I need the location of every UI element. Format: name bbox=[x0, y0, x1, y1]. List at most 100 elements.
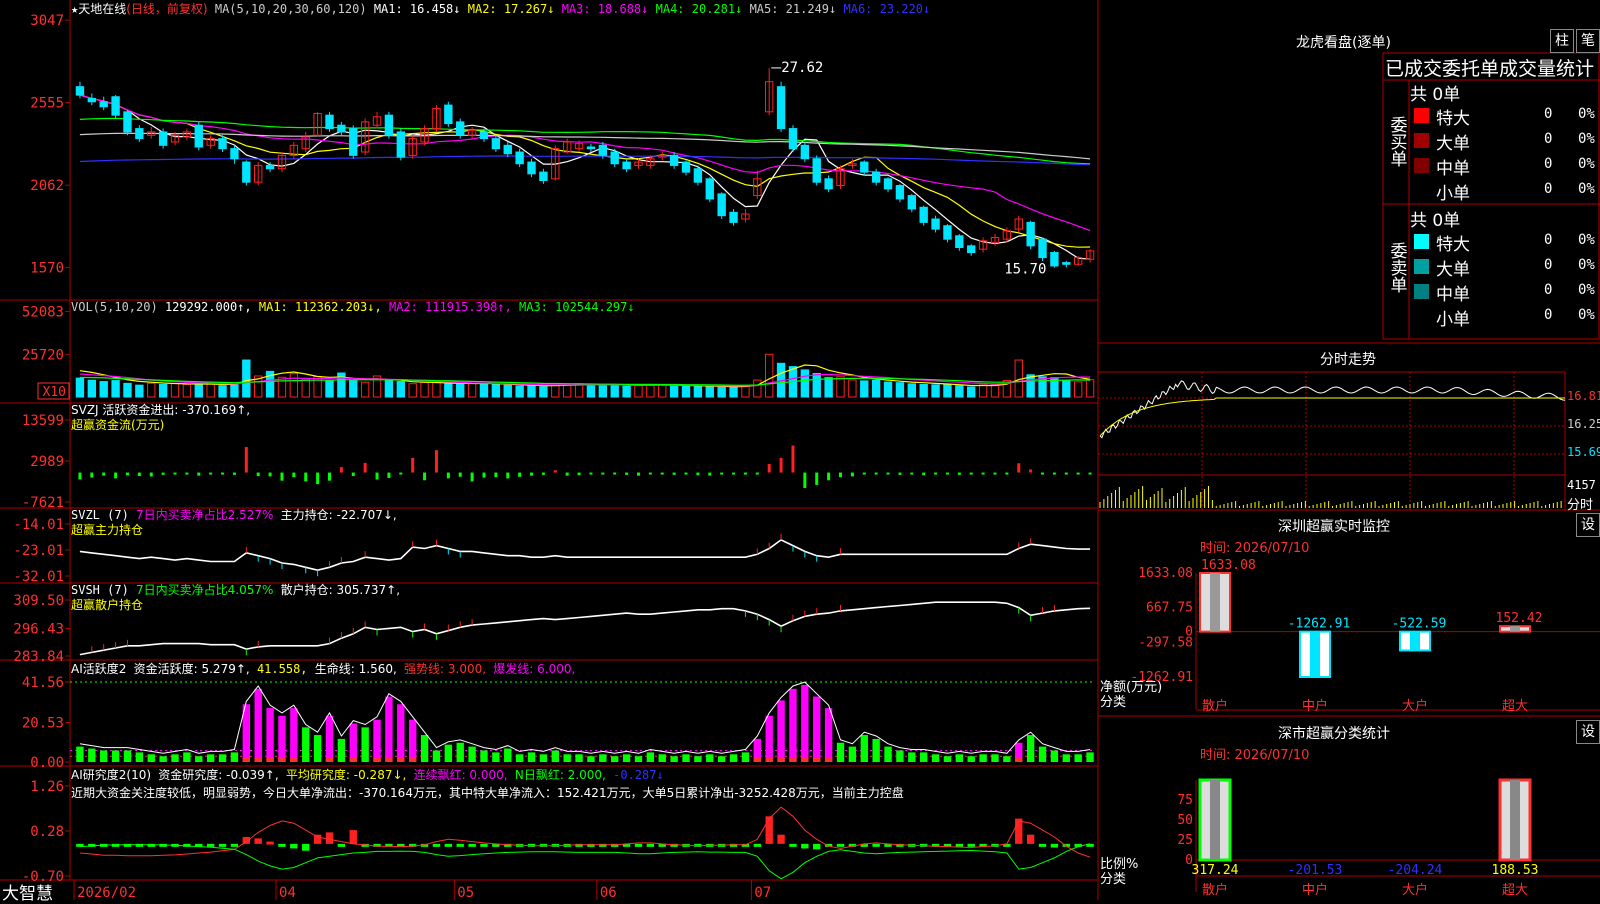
sell-total: 共 0单 bbox=[1410, 211, 1461, 231]
ai1-bar-base bbox=[278, 757, 286, 762]
candle-body bbox=[622, 161, 631, 170]
sz-class-cat-2: 大户 bbox=[1402, 882, 1428, 898]
sell-swatch bbox=[1414, 234, 1429, 249]
candle-body bbox=[967, 245, 976, 254]
ai1-bar bbox=[409, 719, 417, 762]
sz-class-settings-button[interactable]: 设 bbox=[1576, 720, 1600, 744]
svzj-bar bbox=[494, 472, 498, 478]
svzj-bar bbox=[945, 472, 949, 475]
ai1-bar bbox=[504, 748, 512, 762]
sell-name: 小单 bbox=[1436, 310, 1470, 330]
ai2-bar bbox=[1038, 843, 1047, 847]
volume-bar bbox=[658, 384, 667, 398]
volume-bar bbox=[646, 384, 655, 398]
bi-button[interactable]: 笔 bbox=[1576, 29, 1600, 53]
sz-monitor-bar-inner-3 bbox=[1510, 626, 1520, 632]
ai1-bar bbox=[575, 754, 583, 762]
sz-monitor-settings-button[interactable]: 设 bbox=[1576, 513, 1600, 537]
date-label-3: 06 bbox=[600, 885, 617, 900]
svsh-ratio: 7日内买卖净占比4.057% bbox=[136, 583, 274, 597]
buy-name: 小单 bbox=[1436, 184, 1470, 204]
ma1-value: MA1: 16.458↓ bbox=[373, 2, 461, 16]
ai1-bar bbox=[884, 746, 892, 762]
ai2-bar bbox=[872, 843, 880, 847]
svzj-bar bbox=[541, 472, 545, 475]
sell-count: 0 bbox=[1544, 282, 1553, 298]
volume-bar bbox=[705, 385, 714, 398]
svzj-bar bbox=[339, 467, 343, 473]
svzj-bar bbox=[577, 472, 581, 476]
ai2-bar bbox=[206, 843, 215, 847]
buy-total: 共 0单 bbox=[1410, 85, 1461, 105]
chart-mode[interactable]: (日线，前复权) bbox=[126, 2, 207, 16]
candle-body bbox=[955, 235, 964, 249]
volume-bar bbox=[396, 381, 405, 398]
ma5-value: MA5: 21.249↓ bbox=[749, 2, 837, 16]
ai1-bar-base bbox=[789, 757, 797, 762]
svzj-tick-1: 2989 bbox=[30, 454, 64, 470]
ai1-bar-base bbox=[753, 757, 761, 762]
sz-class-value-3: 188.53 bbox=[1492, 863, 1539, 878]
sz-class-cat-3: 超大 bbox=[1502, 883, 1528, 898]
candle-body bbox=[871, 171, 881, 183]
volume-bar bbox=[598, 384, 608, 398]
sz-class-cat-1: 中户 bbox=[1302, 882, 1328, 898]
svzj-bar bbox=[387, 472, 391, 478]
svzj-bar bbox=[589, 472, 593, 475]
svsh-subtitle: 超赢散户持仓 bbox=[71, 598, 144, 612]
svzj-bar bbox=[720, 472, 724, 475]
svsh-tick-0: 309.50 bbox=[13, 593, 64, 609]
ai1-bar-base bbox=[373, 757, 381, 762]
ai1-bar bbox=[147, 754, 155, 762]
ai1-bar bbox=[1062, 754, 1070, 762]
ai1-bar bbox=[551, 750, 559, 762]
buy-pct: 0% bbox=[1578, 131, 1595, 147]
ai2-bar bbox=[349, 830, 357, 844]
sz-monitor-value-1: -1262.91 bbox=[1288, 617, 1351, 632]
ai2-bar bbox=[456, 843, 464, 847]
ma6-value: MA6: 23.220↓ bbox=[843, 2, 931, 16]
candle-body bbox=[705, 178, 714, 200]
ai1-bar bbox=[206, 754, 215, 762]
volume-bar bbox=[515, 385, 524, 398]
ai1-tick-2: 0.00 bbox=[30, 755, 64, 771]
ai2-tick-0: 1.26 bbox=[30, 779, 64, 795]
sell-row: 大单 0 0% bbox=[1410, 255, 1600, 280]
ai1-bar bbox=[670, 756, 678, 762]
sz-monitor-title: 深圳超赢实时监控 bbox=[1278, 519, 1390, 535]
svzj-bar bbox=[351, 472, 355, 477]
ai1-bar bbox=[824, 708, 833, 762]
candle-body bbox=[883, 178, 893, 190]
candle-body bbox=[860, 161, 869, 173]
ai1-bar-base bbox=[1015, 757, 1023, 762]
sell-name: 中单 bbox=[1436, 285, 1470, 305]
volume-bar bbox=[895, 382, 905, 398]
sz-class-cat-0: 散户 bbox=[1202, 882, 1228, 898]
volume-bar bbox=[1073, 381, 1083, 398]
ai1-bar bbox=[955, 754, 964, 762]
sz-class-ylabel-1: 比例% bbox=[1100, 857, 1139, 872]
intraday-price-low: 15.69 bbox=[1567, 445, 1600, 459]
svzj-header: SVZJ 活跃资金进出: -370.169↑, 超赢资金流(万元) bbox=[71, 403, 250, 433]
sz-class-time: 时间: 2026/07/10 bbox=[1200, 748, 1310, 763]
volume-bar bbox=[182, 383, 192, 398]
svzj-bar bbox=[636, 472, 640, 476]
ai2-bar bbox=[777, 834, 785, 844]
zhu-button[interactable]: 柱 bbox=[1550, 29, 1574, 53]
ai2-bar bbox=[266, 841, 274, 845]
ai1-bar bbox=[492, 752, 500, 762]
ai2-bar bbox=[753, 843, 761, 847]
volume-bar bbox=[562, 384, 572, 398]
svsh-header: SVSH (7) 7日内买卖净占比4.057% 散户持仓: 305.737↑, … bbox=[71, 583, 400, 613]
ai2-bar bbox=[634, 843, 643, 847]
stock-title[interactable]: ★天地在线 bbox=[71, 2, 126, 16]
ai1-bar bbox=[813, 696, 821, 762]
svzj-bar bbox=[102, 472, 106, 476]
ai1-bar bbox=[88, 748, 96, 762]
stats-title: 已成交委托单成交量统计 bbox=[1385, 58, 1595, 80]
svzj-bar bbox=[280, 472, 284, 481]
ai1-prefix: AI活跃度2 bbox=[71, 662, 127, 676]
svzl-tick-0: -14.01 bbox=[13, 517, 64, 533]
ai1-bar bbox=[135, 752, 144, 762]
ai1-bar-base bbox=[813, 757, 821, 762]
